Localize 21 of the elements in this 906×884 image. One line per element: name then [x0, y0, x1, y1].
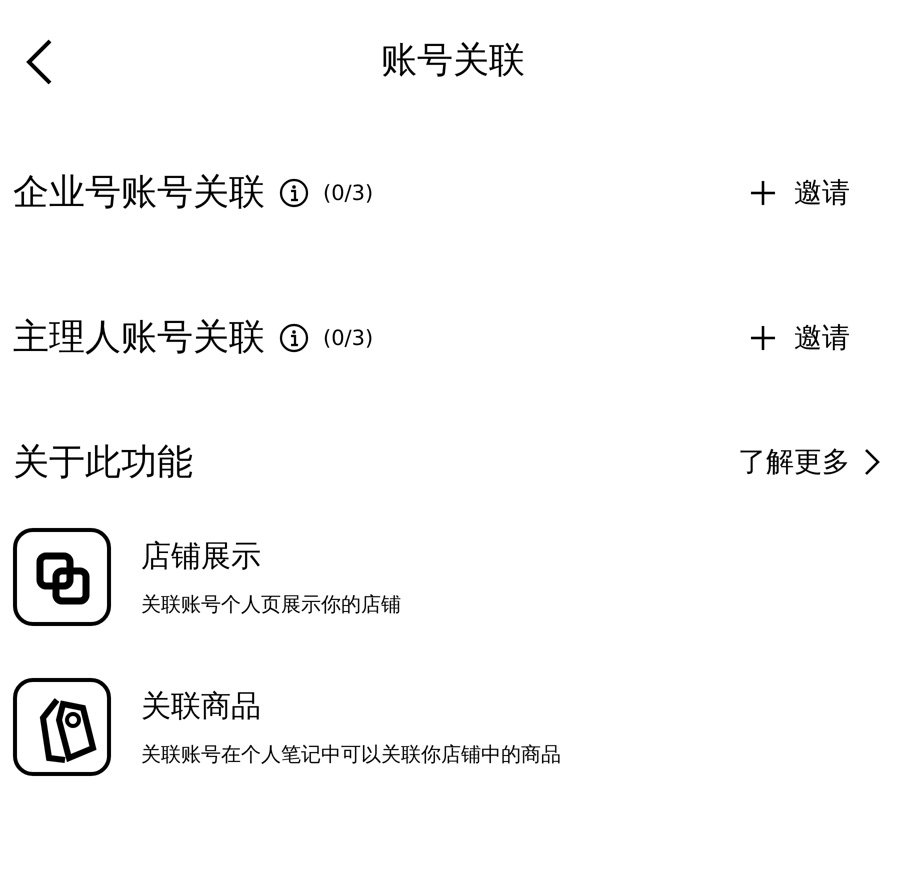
- info-icon[interactable]: [279, 322, 309, 352]
- feature-description: 关联账号个人页展示你的店铺: [141, 591, 401, 618]
- invite-button[interactable]: 邀请: [750, 174, 850, 212]
- tag-icon: [13, 678, 111, 776]
- page-title: 账号关联: [381, 38, 525, 82]
- feature-description: 关联账号在个人笔记中可以关联你店铺中的商品: [141, 741, 561, 768]
- feature-title: 店铺展示: [141, 538, 262, 576]
- plus-icon: [750, 324, 776, 350]
- chevron-right-icon: [864, 448, 880, 476]
- feature-title: 关联商品: [141, 688, 262, 726]
- link-label: 企业号账号关联: [13, 171, 265, 215]
- back-icon[interactable]: [24, 38, 54, 86]
- info-icon[interactable]: [279, 178, 309, 208]
- section-title: 关于此功能: [13, 440, 193, 484]
- link-label: 主理人账号关联: [13, 316, 265, 360]
- plus-icon: [750, 180, 776, 206]
- link-count: (0/3): [323, 180, 374, 204]
- learn-more-link[interactable]: 了解更多: [738, 443, 880, 481]
- link-count: (0/3): [323, 326, 374, 350]
- invite-button[interactable]: 邀请: [750, 318, 850, 356]
- linked-squares-icon: [13, 528, 111, 626]
